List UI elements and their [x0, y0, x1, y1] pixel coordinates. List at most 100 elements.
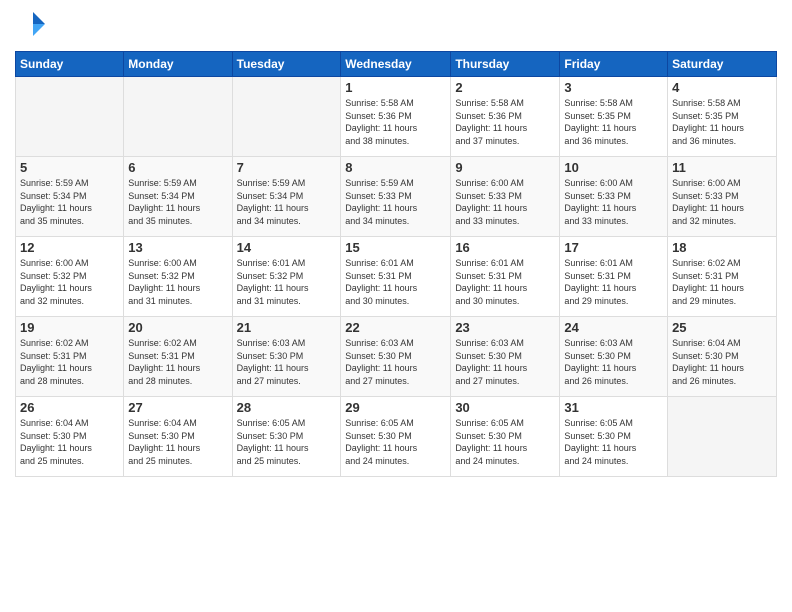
calendar-cell: 1Sunrise: 5:58 AM Sunset: 5:36 PM Daylig…: [341, 77, 451, 157]
day-info: Sunrise: 5:59 AM Sunset: 5:33 PM Dayligh…: [345, 177, 446, 227]
day-number: 2: [455, 80, 555, 95]
day-info: Sunrise: 5:58 AM Sunset: 5:35 PM Dayligh…: [564, 97, 663, 147]
day-number: 26: [20, 400, 119, 415]
logo: [15, 10, 47, 43]
calendar-cell: 5 Sunrise: 5:59 AM Sunset: 5:34 PM Daylig…: [16, 157, 124, 237]
logo-text: [15, 10, 47, 43]
day-number: 4: [672, 80, 772, 95]
calendar-header-row: SundayMondayTuesdayWednesdayThursdayFrid…: [16, 52, 777, 77]
day-info: Sunrise: 6:03 AM Sunset: 5:30 PM Dayligh…: [455, 337, 555, 387]
day-info: Sunrise: 6:00 AM Sunset: 5:32 PM Dayligh…: [128, 257, 227, 307]
calendar-cell: 17 Sunrise: 6:01 AM Sunset: 5:31 PM Dayli…: [560, 237, 668, 317]
day-info: Sunrise: 6:03 AM Sunset: 5:30 PM Dayligh…: [345, 337, 446, 387]
day-info: Sunrise: 6:05 AM Sunset: 5:30 PM Dayligh…: [564, 417, 663, 467]
day-info: Sunrise: 6:00 AM Sunset: 5:33 PM Dayligh…: [455, 177, 555, 227]
day-number: 3: [564, 80, 663, 95]
calendar-header-day: Saturday: [668, 52, 777, 77]
day-number: 25: [672, 320, 772, 335]
calendar-week-row: 19 Sunrise: 6:02 AM Sunset: 5:31 PM Dayli…: [16, 317, 777, 397]
day-info: Sunrise: 5:59 AM Sunset: 5:34 PM Dayligh…: [128, 177, 227, 227]
day-number: 10: [564, 160, 663, 175]
day-info: Sunrise: 6:05 AM Sunset: 5:30 PM Dayligh…: [237, 417, 337, 467]
page-container: SundayMondayTuesdayWednesdayThursdayFrid…: [0, 0, 792, 487]
day-info: Sunrise: 6:05 AM Sunset: 5:30 PM Dayligh…: [345, 417, 446, 467]
day-info: Sunrise: 6:04 AM Sunset: 5:30 PM Dayligh…: [128, 417, 227, 467]
day-info: Sunrise: 6:03 AM Sunset: 5:30 PM Dayligh…: [564, 337, 663, 387]
day-number: 29: [345, 400, 446, 415]
day-number: 28: [237, 400, 337, 415]
calendar-week-row: 26 Sunrise: 6:04 AM Sunset: 5:30 PM Dayli…: [16, 397, 777, 477]
day-info: Sunrise: 5:58 AM Sunset: 5:36 PM Dayligh…: [345, 97, 446, 147]
calendar-cell: [124, 77, 232, 157]
calendar-cell: 28 Sunrise: 6:05 AM Sunset: 5:30 PM Dayli…: [232, 397, 341, 477]
calendar-cell: 2 Sunrise: 5:58 AM Sunset: 5:36 PM Daylig…: [451, 77, 560, 157]
day-info: Sunrise: 5:59 AM Sunset: 5:34 PM Dayligh…: [20, 177, 119, 227]
day-number: 8: [345, 160, 446, 175]
calendar-cell: 14 Sunrise: 6:01 AM Sunset: 5:32 PM Dayli…: [232, 237, 341, 317]
day-info: Sunrise: 6:02 AM Sunset: 5:31 PM Dayligh…: [20, 337, 119, 387]
day-info: Sunrise: 6:00 AM Sunset: 5:32 PM Dayligh…: [20, 257, 119, 307]
day-number: 23: [455, 320, 555, 335]
day-info: Sunrise: 6:01 AM Sunset: 5:32 PM Dayligh…: [237, 257, 337, 307]
day-number: 5: [20, 160, 119, 175]
day-number: 27: [128, 400, 227, 415]
page-header: [15, 10, 777, 43]
day-info: Sunrise: 5:58 AM Sunset: 5:35 PM Dayligh…: [672, 97, 772, 147]
day-number: 11: [672, 160, 772, 175]
day-info: Sunrise: 6:03 AM Sunset: 5:30 PM Dayligh…: [237, 337, 337, 387]
day-number: 18: [672, 240, 772, 255]
day-number: 19: [20, 320, 119, 335]
calendar-cell: 29 Sunrise: 6:05 AM Sunset: 5:30 PM Dayli…: [341, 397, 451, 477]
calendar-cell: 24 Sunrise: 6:03 AM Sunset: 5:30 PM Dayli…: [560, 317, 668, 397]
day-info: Sunrise: 6:02 AM Sunset: 5:31 PM Dayligh…: [128, 337, 227, 387]
calendar-cell: 25 Sunrise: 6:04 AM Sunset: 5:30 PM Dayli…: [668, 317, 777, 397]
calendar-cell: 18 Sunrise: 6:02 AM Sunset: 5:31 PM Dayli…: [668, 237, 777, 317]
day-info: Sunrise: 5:58 AM Sunset: 5:36 PM Dayligh…: [455, 97, 555, 147]
calendar-header-day: Tuesday: [232, 52, 341, 77]
calendar-cell: 16 Sunrise: 6:01 AM Sunset: 5:31 PM Dayli…: [451, 237, 560, 317]
calendar-week-row: 1Sunrise: 5:58 AM Sunset: 5:36 PM Daylig…: [16, 77, 777, 157]
calendar-table: SundayMondayTuesdayWednesdayThursdayFrid…: [15, 51, 777, 477]
calendar-cell: 3 Sunrise: 5:58 AM Sunset: 5:35 PM Daylig…: [560, 77, 668, 157]
calendar-week-row: 5 Sunrise: 5:59 AM Sunset: 5:34 PM Daylig…: [16, 157, 777, 237]
calendar-cell: 13 Sunrise: 6:00 AM Sunset: 5:32 PM Dayli…: [124, 237, 232, 317]
calendar-cell: [232, 77, 341, 157]
calendar-cell: [16, 77, 124, 157]
day-number: 17: [564, 240, 663, 255]
day-number: 13: [128, 240, 227, 255]
day-number: 22: [345, 320, 446, 335]
day-info: Sunrise: 6:01 AM Sunset: 5:31 PM Dayligh…: [564, 257, 663, 307]
calendar-cell: [668, 397, 777, 477]
day-number: 30: [455, 400, 555, 415]
calendar-cell: 7Sunrise: 5:59 AM Sunset: 5:34 PM Daylig…: [232, 157, 341, 237]
calendar-header-day: Sunday: [16, 52, 124, 77]
calendar-header-day: Monday: [124, 52, 232, 77]
day-number: 24: [564, 320, 663, 335]
calendar-cell: 8 Sunrise: 5:59 AM Sunset: 5:33 PM Daylig…: [341, 157, 451, 237]
calendar-cell: 20 Sunrise: 6:02 AM Sunset: 5:31 PM Dayli…: [124, 317, 232, 397]
day-info: Sunrise: 6:04 AM Sunset: 5:30 PM Dayligh…: [672, 337, 772, 387]
day-info: Sunrise: 6:01 AM Sunset: 5:31 PM Dayligh…: [455, 257, 555, 307]
calendar-cell: 6 Sunrise: 5:59 AM Sunset: 5:34 PM Daylig…: [124, 157, 232, 237]
day-number: 14: [237, 240, 337, 255]
day-info: Sunrise: 6:01 AM Sunset: 5:31 PM Dayligh…: [345, 257, 446, 307]
day-number: 6: [128, 160, 227, 175]
day-number: 16: [455, 240, 555, 255]
day-info: Sunrise: 6:00 AM Sunset: 5:33 PM Dayligh…: [672, 177, 772, 227]
calendar-cell: 4 Sunrise: 5:58 AM Sunset: 5:35 PM Daylig…: [668, 77, 777, 157]
day-info: Sunrise: 6:02 AM Sunset: 5:31 PM Dayligh…: [672, 257, 772, 307]
calendar-cell: 21Sunrise: 6:03 AM Sunset: 5:30 PM Dayli…: [232, 317, 341, 397]
day-info: Sunrise: 5:59 AM Sunset: 5:34 PM Dayligh…: [237, 177, 337, 227]
calendar-cell: 23 Sunrise: 6:03 AM Sunset: 5:30 PM Dayli…: [451, 317, 560, 397]
calendar-header-day: Wednesday: [341, 52, 451, 77]
day-info: Sunrise: 6:05 AM Sunset: 5:30 PM Dayligh…: [455, 417, 555, 467]
calendar-cell: 12Sunrise: 6:00 AM Sunset: 5:32 PM Dayli…: [16, 237, 124, 317]
day-number: 20: [128, 320, 227, 335]
calendar-header-day: Friday: [560, 52, 668, 77]
day-info: Sunrise: 6:04 AM Sunset: 5:30 PM Dayligh…: [20, 417, 119, 467]
day-info: Sunrise: 6:00 AM Sunset: 5:33 PM Dayligh…: [564, 177, 663, 227]
day-number: 31: [564, 400, 663, 415]
calendar-cell: 26 Sunrise: 6:04 AM Sunset: 5:30 PM Dayli…: [16, 397, 124, 477]
calendar-week-row: 12Sunrise: 6:00 AM Sunset: 5:32 PM Dayli…: [16, 237, 777, 317]
day-number: 15: [345, 240, 446, 255]
